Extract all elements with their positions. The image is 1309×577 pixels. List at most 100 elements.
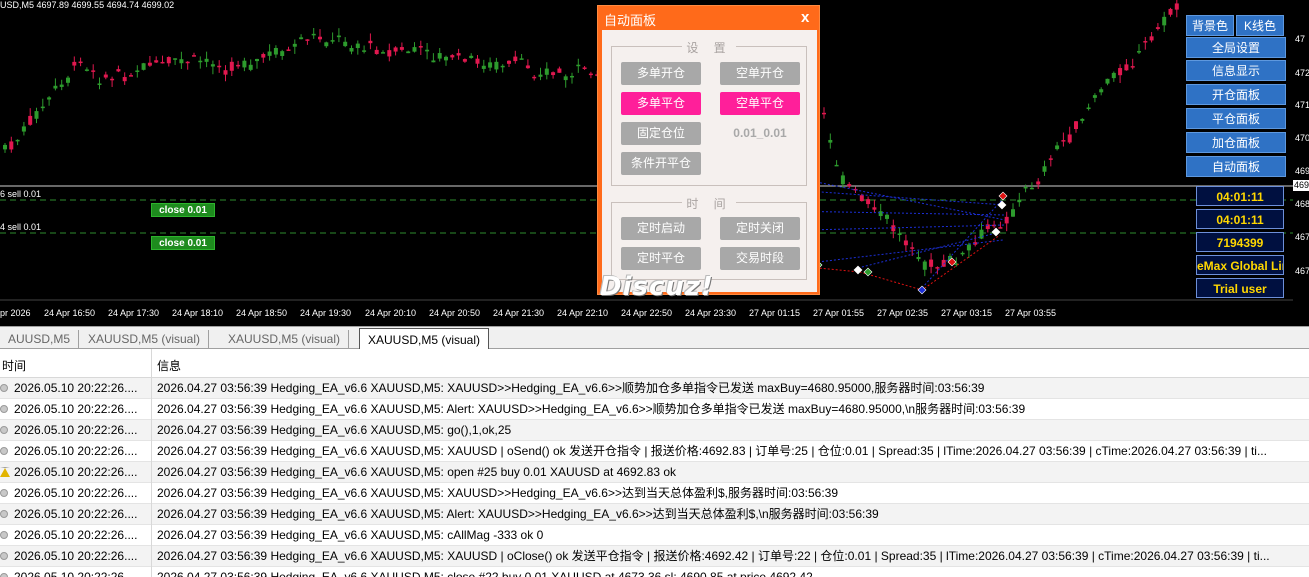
journal-log[interactable]: 时间 信息 2026.05.10 20:22:26.... 2026.04.27 … xyxy=(0,349,1309,577)
candle-body xyxy=(1029,187,1034,190)
menu-info-display[interactable]: 信息显示 xyxy=(1186,60,1286,81)
candle-body xyxy=(475,58,480,64)
candle-body xyxy=(15,139,20,142)
col-time-header[interactable]: 时间 xyxy=(2,357,26,374)
candle-body xyxy=(110,78,115,81)
order-marker xyxy=(997,200,1007,210)
log-row[interactable]: 2026.05.10 20:22:26.... 2026.04.27 03:56:… xyxy=(0,567,1309,577)
candle-body xyxy=(21,126,26,132)
menu-open-panel[interactable]: 开仓面板 xyxy=(1186,84,1286,105)
close-badge[interactable]: close 0.01 xyxy=(151,236,215,250)
log-message: 2026.04.27 03:56:39 Hedging_EA_v6.6 XAUU… xyxy=(157,423,512,437)
close-icon[interactable]: x xyxy=(801,9,809,26)
time-tick-label: 24 Apr 18:50 xyxy=(236,308,288,318)
candle-body xyxy=(513,56,518,62)
trade-period-button[interactable]: 交易时段 xyxy=(720,247,800,270)
time-tick-label: 27 Apr 03:55 xyxy=(1005,308,1057,318)
menu-global-settings[interactable]: 全局设置 xyxy=(1186,37,1286,58)
candle-body xyxy=(437,53,442,59)
auto-panel[interactable]: 自动面板 x 设 置 多单开仓 空单开仓 多单平仓 空单平仓 固定仓位 0.01… xyxy=(597,5,820,302)
candle-body xyxy=(343,41,348,47)
candle-body xyxy=(885,214,889,219)
close-badge[interactable]: close 0.01 xyxy=(151,203,215,217)
candle-body xyxy=(1055,145,1060,150)
candle-body xyxy=(280,51,285,56)
candle-body xyxy=(481,65,486,69)
candle-body xyxy=(84,69,89,71)
timer-start-button[interactable]: 定时启动 xyxy=(621,217,701,240)
log-row[interactable]: 2026.05.10 20:22:26.... 2026.04.27 03:56:… xyxy=(0,483,1309,504)
warning-icon xyxy=(0,467,10,477)
time-tick-label: 24 Apr 22:10 xyxy=(557,308,609,318)
candle-body xyxy=(166,57,171,64)
tab-xauusd-visual-active[interactable]: XAUUSD,M5 (visual) xyxy=(359,328,490,349)
candle-body xyxy=(1105,78,1110,84)
candle-body xyxy=(910,247,915,249)
log-row[interactable]: 2026.05.10 20:22:26.... 2026.04.27 03:56:… xyxy=(0,441,1309,462)
menu-add-panel[interactable]: 加仓面板 xyxy=(1186,132,1286,153)
candle-body xyxy=(582,67,587,69)
multi-close-button[interactable]: 多单平仓 xyxy=(621,92,701,115)
candle-body xyxy=(960,252,965,255)
log-row[interactable]: 2026.05.10 20:22:26.... 2026.04.27 03:56:… xyxy=(0,546,1309,567)
tab-xauusd-visual[interactable]: XAUUSD,M5 (visual) xyxy=(80,330,210,348)
price-chart[interactable]: USD,M5 4697.89 4699.55 4694.74 4699.02 6… xyxy=(0,0,1309,326)
candle-body xyxy=(1162,16,1167,26)
log-time: 2026.05.10 20:22:26.... xyxy=(14,402,138,416)
log-row[interactable]: 2026.05.10 20:22:26.... 2026.04.27 03:56:… xyxy=(0,504,1309,525)
candle-body xyxy=(273,48,278,55)
candle-body xyxy=(1080,118,1085,121)
candle-body xyxy=(236,64,241,67)
menu-close-panel[interactable]: 平仓面板 xyxy=(1186,108,1286,129)
log-message: 2026.04.27 03:56:39 Hedging_EA_v6.6 XAUU… xyxy=(157,465,677,479)
log-row[interactable]: 2026.05.10 20:22:26.... 2026.04.27 03:56:… xyxy=(0,378,1309,399)
candle-body xyxy=(1168,8,1173,15)
k-color-button[interactable]: K线色 xyxy=(1236,15,1284,36)
candle-body xyxy=(406,51,411,54)
time-legend: 时 间 xyxy=(682,197,736,211)
candle-body xyxy=(192,55,196,57)
candle-body xyxy=(59,84,64,87)
time-tick-label: 24 Apr 18:10 xyxy=(172,308,224,318)
candle-body xyxy=(97,83,102,85)
log-row[interactable]: 2026.05.10 20:22:26.... 2026.04.27 03:56:… xyxy=(0,399,1309,420)
info-broker: eMax Global Lim xyxy=(1196,255,1284,275)
candle-body xyxy=(103,74,108,78)
menu-auto-panel[interactable]: 自动面板 xyxy=(1186,156,1286,177)
log-row[interactable]: 2026.05.10 20:22:26.... 2026.04.27 03:56:… xyxy=(0,462,1309,483)
candle-body xyxy=(267,51,272,56)
candle-body xyxy=(1118,68,1123,76)
info-icon xyxy=(0,489,8,497)
candle-body xyxy=(1111,72,1116,79)
info-icon xyxy=(0,552,8,560)
timer-stop-button[interactable]: 定时关闭 xyxy=(720,217,800,240)
tab-xauusd-m5[interactable]: AUUSD,M5 xyxy=(0,330,80,348)
candle-body xyxy=(1036,181,1041,185)
empty-open-button[interactable]: 空单开仓 xyxy=(720,62,800,85)
col-message-header[interactable]: 信息 xyxy=(157,357,181,374)
candle-body xyxy=(1124,64,1129,71)
candle-body xyxy=(141,63,146,70)
empty-close-button[interactable]: 空单平仓 xyxy=(720,92,800,115)
timer-close-button[interactable]: 定时平仓 xyxy=(621,247,701,270)
conditional-open-button[interactable]: 条件开平仓 xyxy=(621,152,701,175)
order-marker xyxy=(863,267,873,277)
candle-body xyxy=(248,64,253,70)
candle-body xyxy=(116,69,121,72)
candle-body xyxy=(223,70,228,75)
multi-open-button[interactable]: 多单开仓 xyxy=(621,62,701,85)
tab-xauusd-visual[interactable]: XAUUSD,M5 (visual) xyxy=(220,330,350,348)
fixed-position-button[interactable]: 固定仓位 xyxy=(621,122,701,145)
candle-body xyxy=(840,175,845,185)
log-row[interactable]: 2026.05.10 20:22:26.... 2026.04.27 03:56:… xyxy=(0,420,1309,441)
candle-body xyxy=(160,61,165,64)
order-marker xyxy=(998,191,1008,201)
bg-color-button[interactable]: 背景色 xyxy=(1186,15,1234,36)
candle-body xyxy=(1149,36,1154,41)
candle-body xyxy=(135,70,140,72)
time-tick-label: 27 Apr 01:55 xyxy=(813,308,865,318)
log-row[interactable]: 2026.05.10 20:22:26.... 2026.04.27 03:56:… xyxy=(0,525,1309,546)
candle-body xyxy=(557,68,562,73)
candle-body xyxy=(1004,216,1009,224)
info-account: 7194399 xyxy=(1196,232,1284,252)
